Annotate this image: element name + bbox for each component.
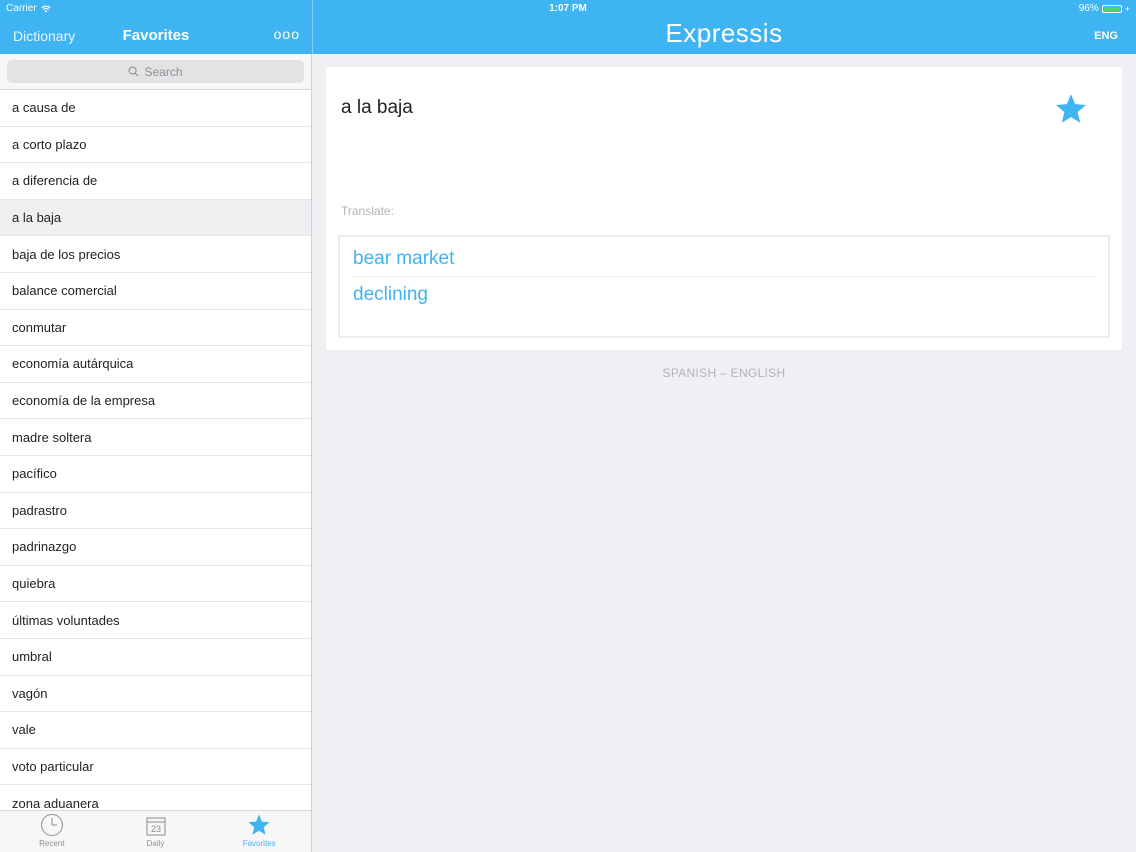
list-item[interactable]: a causa de	[0, 90, 311, 127]
list-item[interactable]: conmutar	[0, 310, 311, 347]
language-button[interactable]: ENG	[1094, 30, 1118, 42]
tab-daily[interactable]: 23 Daily	[104, 811, 208, 852]
app-title: Expressis	[665, 18, 783, 48]
battery-icon	[1101, 4, 1122, 13]
list-item[interactable]: quiebra	[0, 566, 311, 603]
translation-item[interactable]: bear market	[353, 241, 1095, 277]
list-item[interactable]: economía de la empresa	[0, 383, 311, 420]
list-item-label: economía autárquica	[12, 356, 134, 372]
list-item[interactable]: vale	[0, 712, 311, 749]
list-item[interactable]: baja de los precios	[0, 236, 311, 273]
list-item-label: madre soltera	[12, 429, 92, 445]
list-item[interactable]: madre soltera	[0, 419, 311, 456]
charging-icon: +	[1124, 3, 1130, 14]
list-item-label: a diferencia de	[12, 173, 98, 189]
search-bar: Search	[0, 54, 311, 90]
phrase-title: a la baja	[341, 97, 413, 118]
sidebar-header: Dictionary Favorites ooo	[0, 16, 312, 54]
list-item[interactable]: economía autárquica	[0, 346, 311, 383]
list-item[interactable]: a diferencia de	[0, 163, 311, 200]
status-bar: Carrier 1:07 PM 96% +	[0, 0, 1136, 16]
list-item-label: balance comercial	[12, 283, 117, 299]
status-right: 96% +	[1079, 3, 1130, 14]
list-item-label: zona aduanera	[12, 795, 99, 811]
star-icon	[248, 814, 270, 835]
language-pair: SPANISH – ENGLISH	[662, 366, 786, 380]
list-item-label: quiebra	[12, 576, 56, 592]
list-item-label: vale	[12, 722, 36, 738]
translate-label: Translate:	[341, 204, 394, 218]
list-item[interactable]: a corto plazo	[0, 127, 311, 164]
translation-item[interactable]: declining	[353, 277, 1095, 313]
list-item-label: voto particular	[12, 758, 94, 774]
more-options-button[interactable]: ooo	[274, 26, 300, 42]
list-item-label: economía de la empresa	[12, 393, 156, 409]
list-item-label: baja de los precios	[12, 246, 121, 262]
search-input[interactable]: Search	[7, 60, 304, 83]
list-item[interactable]: padrastro	[0, 493, 311, 530]
battery-percent: 96%	[1078, 3, 1099, 14]
list-item[interactable]: últimas voluntades	[0, 602, 311, 639]
sidebar: Search a causa de a corto plazo a diferenc…	[0, 54, 312, 852]
clock-icon	[40, 814, 63, 836]
list-item[interactable]: pacífico	[0, 456, 311, 493]
list-item-label: a corto plazo	[12, 136, 87, 152]
phrase-card: a la baja Translate: bear market declinin…	[326, 67, 1122, 350]
tab-bar: Recent 23 Daily Favorites	[0, 810, 311, 852]
search-placeholder: Search	[144, 64, 183, 79]
clock-time: 1:07 PM	[549, 3, 587, 14]
list-item-label: a la baja	[12, 210, 62, 226]
tab-favorites[interactable]: Favorites	[207, 811, 311, 852]
tab-recent[interactable]: Recent	[0, 811, 104, 852]
favorites-title: Favorites	[122, 27, 190, 44]
calendar-date: 23	[150, 824, 160, 834]
list-item-label: umbral	[12, 649, 52, 665]
tab-favorites-label: Favorites	[242, 839, 276, 848]
list-item-label: conmutar	[12, 319, 67, 335]
search-icon	[129, 66, 139, 77]
battery-fill	[1103, 6, 1120, 11]
list-item-label: pacífico	[12, 466, 57, 482]
top-bar: Carrier 1:07 PM 96% + Dictionary Favorit…	[0, 0, 1136, 54]
favorite-star-icon[interactable]	[1054, 92, 1088, 126]
tab-recent-label: Recent	[39, 839, 65, 848]
list-item-label: padrinazgo	[12, 539, 77, 555]
tab-daily-label: Daily	[146, 839, 165, 848]
list-item-label: vagón	[12, 685, 48, 701]
list-item-label: padrastro	[12, 502, 67, 518]
list-item[interactable]: voto particular	[0, 749, 311, 786]
list-item[interactable]: a la baja	[0, 199, 311, 237]
list-item[interactable]: balance comercial	[0, 273, 311, 310]
list-item-label: a causa de	[12, 100, 76, 116]
list-item[interactable]: vagón	[0, 676, 311, 713]
calendar-icon: 23	[146, 817, 165, 836]
list-item-label: últimas voluntades	[12, 612, 120, 628]
list-item[interactable]: padrinazgo	[0, 529, 311, 566]
list-item[interactable]: umbral	[0, 639, 311, 676]
favorites-list: a causa de a corto plazo a diferencia de a …	[0, 90, 311, 822]
translations-box: bear market declining	[338, 235, 1110, 338]
